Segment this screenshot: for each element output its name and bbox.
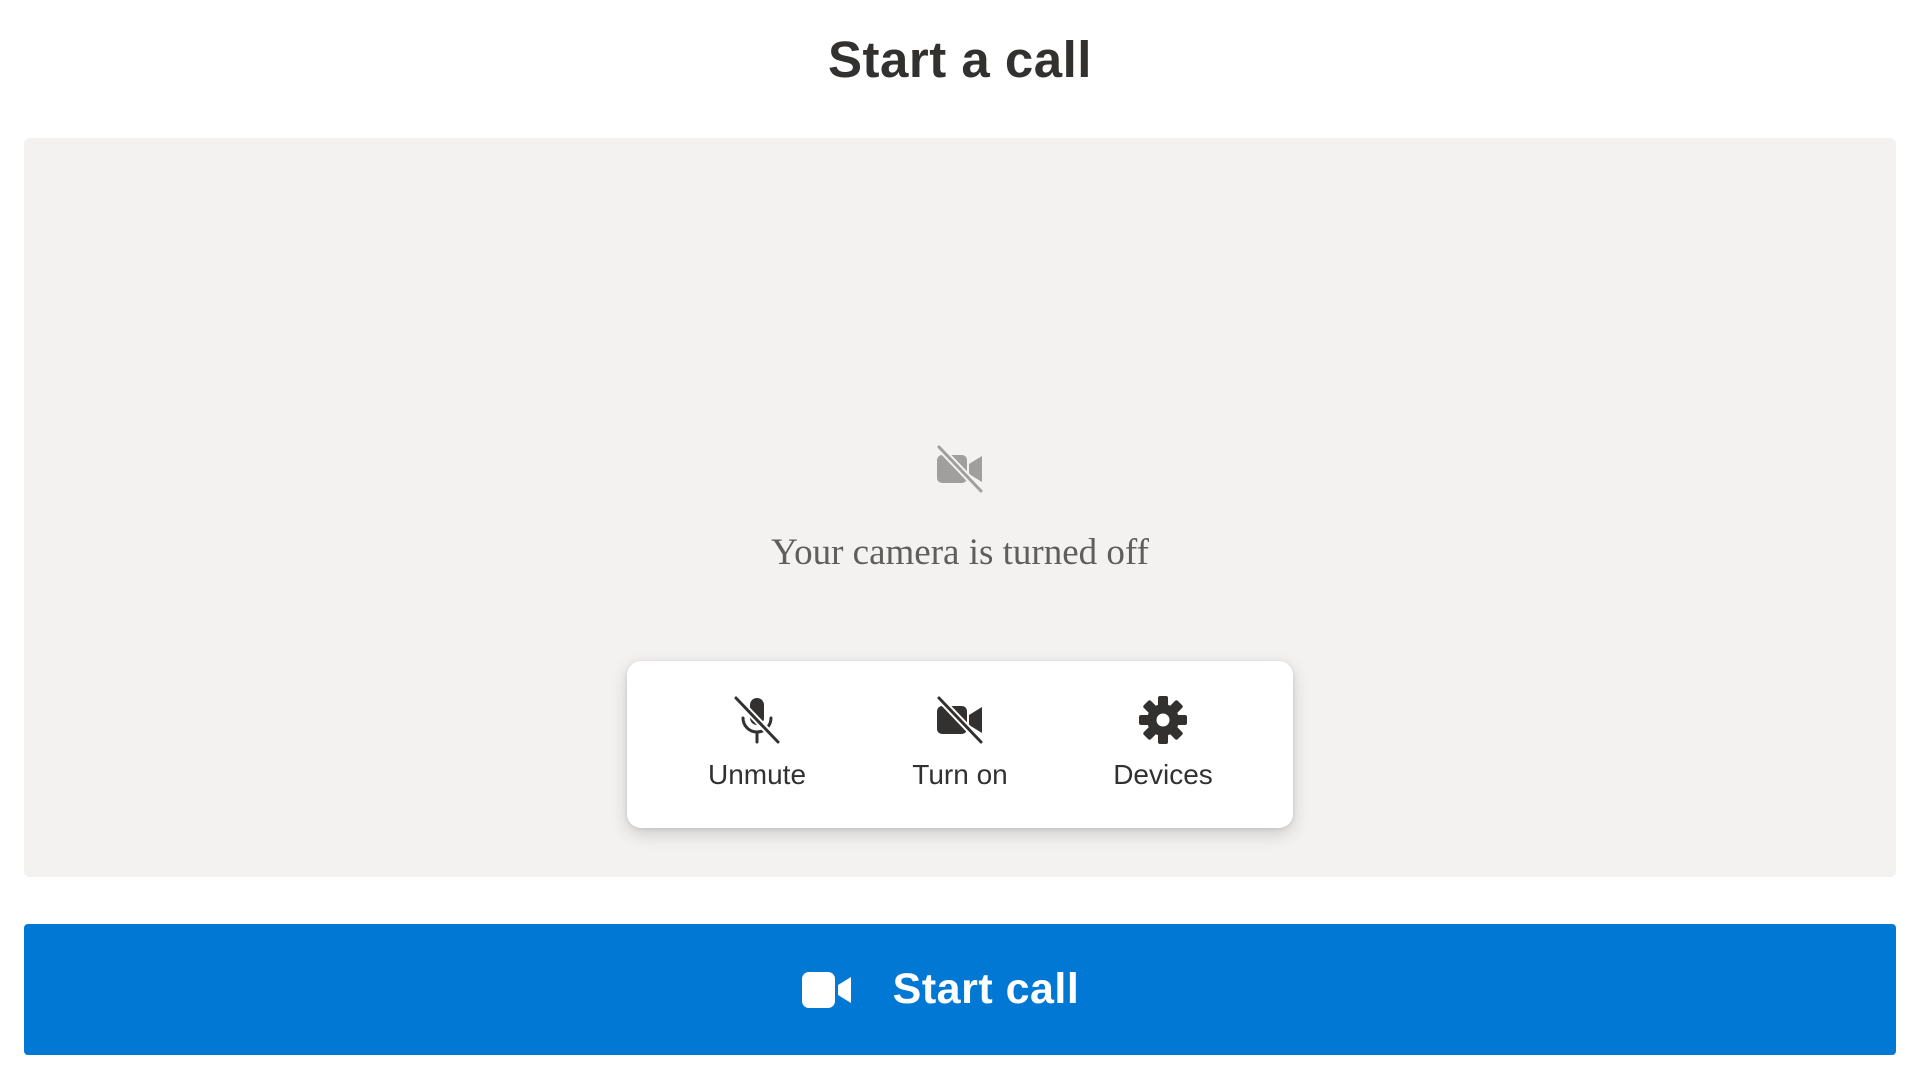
- page-title: Start a call: [828, 31, 1092, 88]
- mic-off-icon: [732, 694, 782, 746]
- video-off-icon: [935, 694, 985, 746]
- video-off-icon: [935, 443, 985, 495]
- start-call-label: Start call: [892, 965, 1080, 1013]
- devices-label: Devices: [1113, 759, 1213, 790]
- camera-off-message: Your camera is turned off: [771, 532, 1149, 573]
- unmute-label: Unmute: [707, 759, 807, 790]
- camera-toggle-button[interactable]: Turn on: [860, 661, 1060, 828]
- unmute-button[interactable]: Unmute: [657, 661, 857, 828]
- media-controls-bar: Unmute Turn on Devices: [627, 661, 1293, 828]
- video-camera-icon: [801, 971, 851, 1008]
- start-call-page: Start a call Your camera is turned off U…: [0, 0, 1920, 1080]
- gear-icon: [1139, 696, 1187, 744]
- start-call-button[interactable]: Start call: [24, 924, 1896, 1055]
- turn-on-label: Turn on: [912, 759, 1008, 790]
- devices-button[interactable]: Devices: [1063, 661, 1263, 828]
